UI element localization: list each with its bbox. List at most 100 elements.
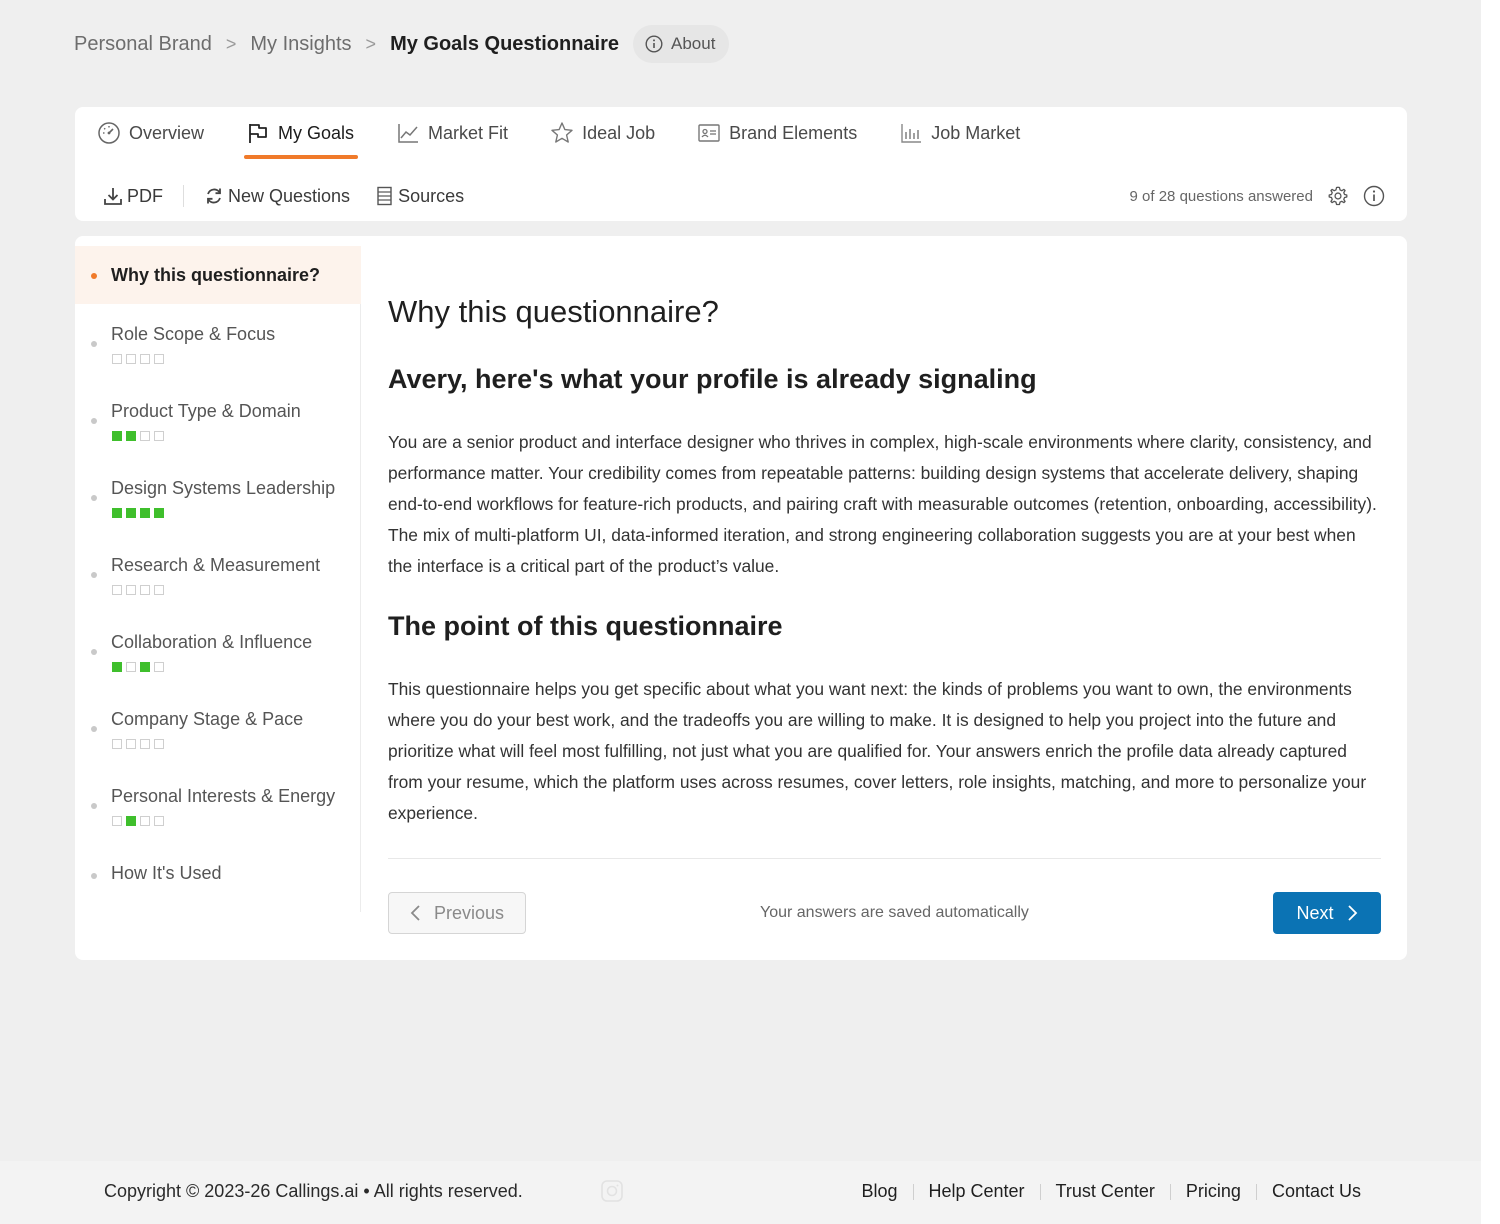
progress-square [140,662,150,672]
footer-link-pricing[interactable]: Pricing [1186,1181,1241,1202]
sidebar-item-label: Research & Measurement [111,555,321,575]
sidebar-item-label: Personal Interests & Energy [111,786,336,806]
copyright-text: Copyright © 2023-26 Callings.ai • All ri… [104,1181,523,1201]
tab-brand-elements[interactable]: Brand Elements [697,107,857,159]
dashboard-gauge-icon [97,121,121,145]
next-button[interactable]: Next [1273,892,1381,934]
sidebar-item-personal-interests[interactable]: Personal Interests & Energy [75,786,361,836]
sidebar-item-product-type[interactable]: Product Type & Domain [75,401,361,451]
progress-square [112,508,122,518]
pdf-button[interactable]: PDF [103,186,163,207]
status-dot [91,572,97,578]
info-icon [645,35,663,53]
sidebar-item-label: Product Type & Domain [111,401,301,421]
section-progress [112,431,164,441]
section-progress [112,816,164,826]
previous-label: Previous [433,902,505,923]
footer-separator [912,1183,914,1200]
chevron-left-icon [410,904,422,922]
progress-square [140,431,150,441]
breadcrumb-separator: > [365,33,377,54]
tab-job-market[interactable]: Job Market [899,107,1020,159]
document-list-icon [376,186,394,206]
sidebar-item-label: Role Scope & Focus [111,324,276,344]
line-chart-icon [396,121,420,145]
status-dot [91,418,97,424]
status-dot [91,495,97,501]
autosave-note: Your answers are saved automatically [760,904,1029,921]
footer-separator [1255,1183,1257,1200]
progress-square [154,431,164,441]
progress-square [154,739,164,749]
sidebar-item-role-scope[interactable]: Role Scope & Focus [75,324,361,374]
tab-label: Job Market [931,122,1021,143]
sidebar-item-label: How It's Used [111,863,222,883]
progress-square [112,431,122,441]
breadcrumb: Personal Brand > My Insights > My Goals … [74,24,730,64]
pdf-label: PDF [127,185,163,206]
sidebar-item-how-its-used[interactable]: How It's Used [75,863,361,893]
next-label: Next [1296,902,1334,923]
sidebar-item-label: Design Systems Leadership [111,478,336,498]
sidebar-item-company-stage[interactable]: Company Stage & Pace [75,709,361,759]
about-button[interactable]: About [633,25,730,63]
progress-square [126,508,136,518]
footer-link-help-center[interactable]: Help Center [929,1181,1025,1202]
footer-link-blog[interactable]: Blog [861,1181,897,1202]
progress-square [126,431,136,441]
progress-square [112,354,122,364]
tab-ideal-job[interactable]: Ideal Job [550,107,655,159]
id-card-icon [697,121,721,145]
questionnaire-sidebar: Why this questionnaire? Role Scope & Foc… [75,246,361,912]
sources-button[interactable]: Sources [376,186,464,207]
progress-square [126,585,136,595]
star-icon [550,121,574,145]
status-dot [91,649,97,655]
bar-chart-icon [899,121,923,145]
tab-label: My Goals [278,122,355,143]
footer-separator [1039,1183,1041,1200]
sidebar-item-research[interactable]: Research & Measurement [75,555,361,605]
progress-square [154,816,164,826]
questionnaire-card: Why this questionnaire? Role Scope & Foc… [75,236,1407,960]
progress-square [112,662,122,672]
previous-button[interactable]: Previous [388,892,526,934]
answered-status: 9 of 28 questions answered [1129,187,1313,205]
progress-square [126,739,136,749]
tab-my-goals[interactable]: My Goals [244,107,359,159]
progress-square [154,508,164,518]
tab-label: Overview [129,122,205,143]
new-questions-button[interactable]: New Questions [204,186,350,207]
status-dot [91,726,97,732]
progress-square [112,739,122,749]
status-dot [91,873,97,879]
progress-square [126,354,136,364]
section-progress [112,739,164,749]
breadcrumb-current: My Goals Questionnaire [390,32,620,55]
section-body-purpose: This questionnaire helps you get specifi… [388,679,1367,823]
tab-label: Ideal Job [582,122,656,143]
breadcrumb-separator: > [225,33,237,54]
site-footer: Copyright © 2023-26 Callings.ai • All ri… [0,1161,1481,1224]
sidebar-item-collaboration[interactable]: Collaboration & Influence [75,632,361,682]
progress-square [140,816,150,826]
footer-link-contact-us[interactable]: Contact Us [1272,1181,1361,1202]
progress-square [140,739,150,749]
breadcrumb-my-insights[interactable]: My Insights [250,33,351,56]
info-icon[interactable] [1363,185,1385,207]
footer-link-trust-center[interactable]: Trust Center [1056,1181,1155,1202]
sidebar-item-design-systems[interactable]: Design Systems Leadership [75,478,361,528]
sidebar-item-why-this-questionnaire[interactable]: Why this questionnaire? [75,246,361,304]
breadcrumb-personal-brand[interactable]: Personal Brand [74,33,212,56]
section-progress [112,354,164,364]
tabs-card: Overview My Goals Market Fit Ideal Job B… [75,107,1407,221]
tab-overview[interactable]: Overview [97,107,204,159]
gear-icon[interactable] [1327,185,1349,207]
progress-square [154,585,164,595]
download-icon [103,186,123,206]
tab-market-fit[interactable]: Market Fit [396,107,508,159]
section-heading-purpose: The point of this questionnaire [388,611,783,641]
instagram-icon[interactable] [600,1179,624,1203]
tab-label: Brand Elements [729,122,858,143]
sidebar-item-label: Collaboration & Influence [111,632,313,652]
